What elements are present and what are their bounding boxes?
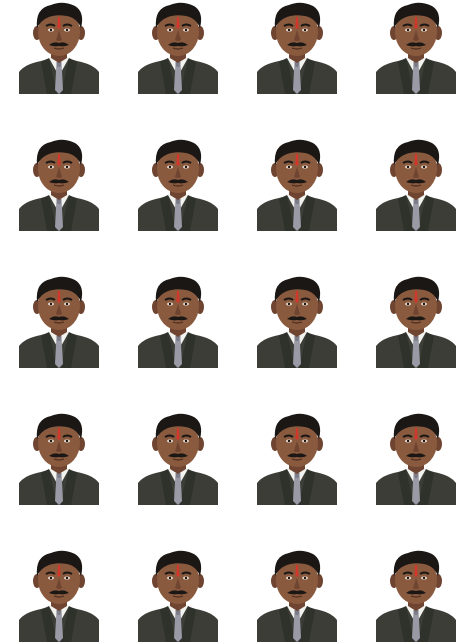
passport-photo <box>138 548 218 642</box>
portrait-image <box>257 2 337 94</box>
passport-photo <box>257 548 337 642</box>
passport-photo <box>376 137 456 231</box>
passport-photo <box>376 0 456 94</box>
passport-photo <box>376 548 456 642</box>
portrait-image <box>257 550 337 642</box>
passport-photo <box>257 137 337 231</box>
portrait-image <box>19 550 99 642</box>
passport-photo <box>257 411 337 505</box>
portrait-image <box>138 2 218 94</box>
portrait-image <box>376 276 456 368</box>
passport-photo <box>376 411 456 505</box>
portrait-image <box>19 413 99 505</box>
passport-photo <box>138 411 218 505</box>
passport-photo <box>257 274 337 368</box>
portrait-image <box>257 276 337 368</box>
portrait-image <box>19 2 99 94</box>
passport-photo <box>138 137 218 231</box>
portrait-image <box>19 139 99 231</box>
portrait-image <box>376 550 456 642</box>
passport-photo <box>19 274 99 368</box>
portrait-image <box>376 413 456 505</box>
portrait-image <box>138 550 218 642</box>
portrait-image <box>376 2 456 94</box>
passport-photo <box>19 137 99 231</box>
portrait-image <box>376 139 456 231</box>
passport-photo <box>19 0 99 94</box>
portrait-image <box>138 276 218 368</box>
portrait-image <box>257 413 337 505</box>
portrait-image <box>19 276 99 368</box>
passport-photo <box>138 274 218 368</box>
passport-photo <box>19 548 99 642</box>
portrait-image <box>138 139 218 231</box>
passport-photo <box>376 274 456 368</box>
portrait-image <box>138 413 218 505</box>
passport-photo <box>19 411 99 505</box>
passport-photo-sheet <box>0 0 474 642</box>
passport-photo <box>257 0 337 94</box>
portrait-image <box>257 139 337 231</box>
passport-photo <box>138 0 218 94</box>
